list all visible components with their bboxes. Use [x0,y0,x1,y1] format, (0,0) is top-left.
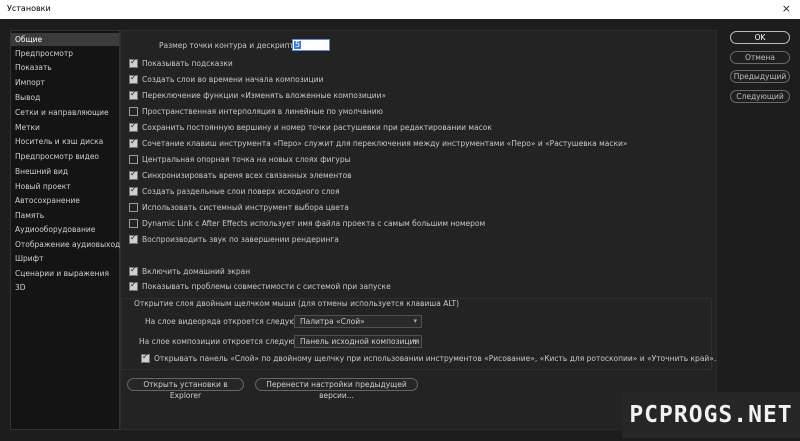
sidebar-item-memory[interactable]: Память [11,209,119,222]
chevron-down-icon: ▾ [413,337,417,345]
cancel-button[interactable]: Отмена [730,51,790,64]
sidebar-item-media-cache[interactable]: Носитель и кэш диска [11,135,119,148]
checkbox-play-sound-render[interactable] [129,233,138,244]
sidebar-item-auto-save[interactable]: Автосохранение [11,194,119,207]
checkbox-system-color-picker[interactable] [129,203,138,212]
checkbox-show-tooltips[interactable] [129,57,138,68]
option-label: Открывать панель «Слой» по двойному щелч… [154,354,717,363]
sidebar-item-display[interactable]: Показать [11,61,119,74]
path-point-size-input[interactable]: 5 [292,39,330,51]
option-label: Создать раздельные слои поверх исходного… [142,187,340,196]
comp-layer-value: Панель исходной композиции [300,337,420,346]
path-point-size-value: 5 [294,40,301,49]
title-bar: Установки × [0,0,800,19]
migrate-settings-button[interactable]: Перенести настройки предыдущей версии... [255,378,418,400]
comp-layer-select[interactable]: Панель исходной композиции ▾ [294,335,422,348]
sidebar-item-output[interactable]: Вывод [11,91,119,104]
sidebar-item-audio-hardware[interactable]: Аудиооборудование [11,223,119,236]
sidebar-item-scripting[interactable]: Сценарии и выражения [11,267,119,280]
next-button[interactable]: Следующий [730,90,790,103]
chevron-down-icon: ▾ [413,317,417,325]
window-title: Установки [7,4,51,13]
sidebar-item-new-project[interactable]: Новый проект [11,180,119,193]
checkbox-center-anchor-point[interactable] [129,155,138,164]
sidebar-item-appearance[interactable]: Внешний вид [11,165,119,178]
checkbox-split-layers-above[interactable] [129,185,138,196]
sidebar-item-labels[interactable]: Метки [11,121,119,134]
double-click-group-title: Открытие слоя двойным щелчком мыши (для … [134,299,460,308]
ok-button[interactable]: OK [730,31,790,44]
checkbox-sync-time[interactable] [129,169,138,180]
footage-layer-value: Палитра «Слой» [300,317,365,326]
checkbox-layers-at-comp-start[interactable] [129,73,138,84]
option-label: Сохранить постоянную вершину и номер точ… [142,123,492,132]
checkbox-open-layer-panel[interactable] [141,352,150,363]
previous-button[interactable]: Предыдущий [730,70,790,83]
option-label: Центральная опорная точка на новых слоях… [142,155,351,164]
sidebar-item-import[interactable]: Импорт [11,76,119,89]
reveal-prefs-button[interactable]: Открыть установки в Explorer [127,378,244,400]
sidebar-item-audio-output[interactable]: Отображение аудиовыхода [11,238,125,251]
option-label: Синхронизировать время всех связанных эл… [142,171,352,180]
general-panel: Размер точки контура и дескрипторов: 5 П… [120,30,717,430]
option-label: Сочетание клавиш инструмента «Перо» служ… [142,139,628,148]
checkbox-linear-interpolation[interactable] [129,107,138,116]
sidebar-item-general[interactable]: Общие [11,33,119,46]
sidebar-item-previews[interactable]: Предпросмотр [11,47,119,60]
sidebar-item-3d[interactable]: 3D [11,281,119,294]
option-label: Показывать проблемы совместимости с сист… [142,282,391,291]
option-label: Включить домашний экран [142,267,251,276]
checkbox-pen-tool-shortcut[interactable] [129,137,138,148]
double-click-group: Открытие слоя двойным щелчком мыши (для … [121,298,716,370]
checkbox-dynamic-link[interactable] [129,219,138,228]
sidebar-item-type[interactable]: Шрифт [11,252,119,265]
sidebar-item-grids-guides[interactable]: Сетки и направляющие [11,106,119,119]
option-label: Создать слои во времени начала композици… [142,75,324,84]
sidebar: Общие Предпросмотр Показать Импорт Вывод… [10,30,125,430]
footage-layer-label: На слое видеоряда откроется следующее: [145,317,315,326]
checkbox-compat-issues[interactable] [129,280,138,291]
checkbox-home-screen[interactable] [129,265,138,276]
footage-layer-select[interactable]: Палитра «Слой» ▾ [294,315,422,328]
checkbox-preserve-vertex-count[interactable] [129,121,138,132]
checkbox-switches-affect-nested[interactable] [129,89,138,100]
option-label: Показывать подсказки [142,59,233,68]
sidebar-item-video-preview[interactable]: Предпросмотр видео [11,150,119,163]
close-icon[interactable]: × [782,2,791,15]
option-label: Воспроизводить звук по завершении рендер… [142,235,339,244]
option-label: Переключение функции «Изменять вложенные… [142,91,387,100]
option-label: Использовать системный инструмент выбора… [142,203,349,212]
comp-layer-label: На слое композиции откроется следующее: [139,337,314,346]
option-label: Dynamic Link с After Effects использует … [142,219,486,228]
option-label: Пространственная интерполяция в линейные… [142,107,383,116]
watermark-logo: PCPROGS.NET [622,392,800,438]
